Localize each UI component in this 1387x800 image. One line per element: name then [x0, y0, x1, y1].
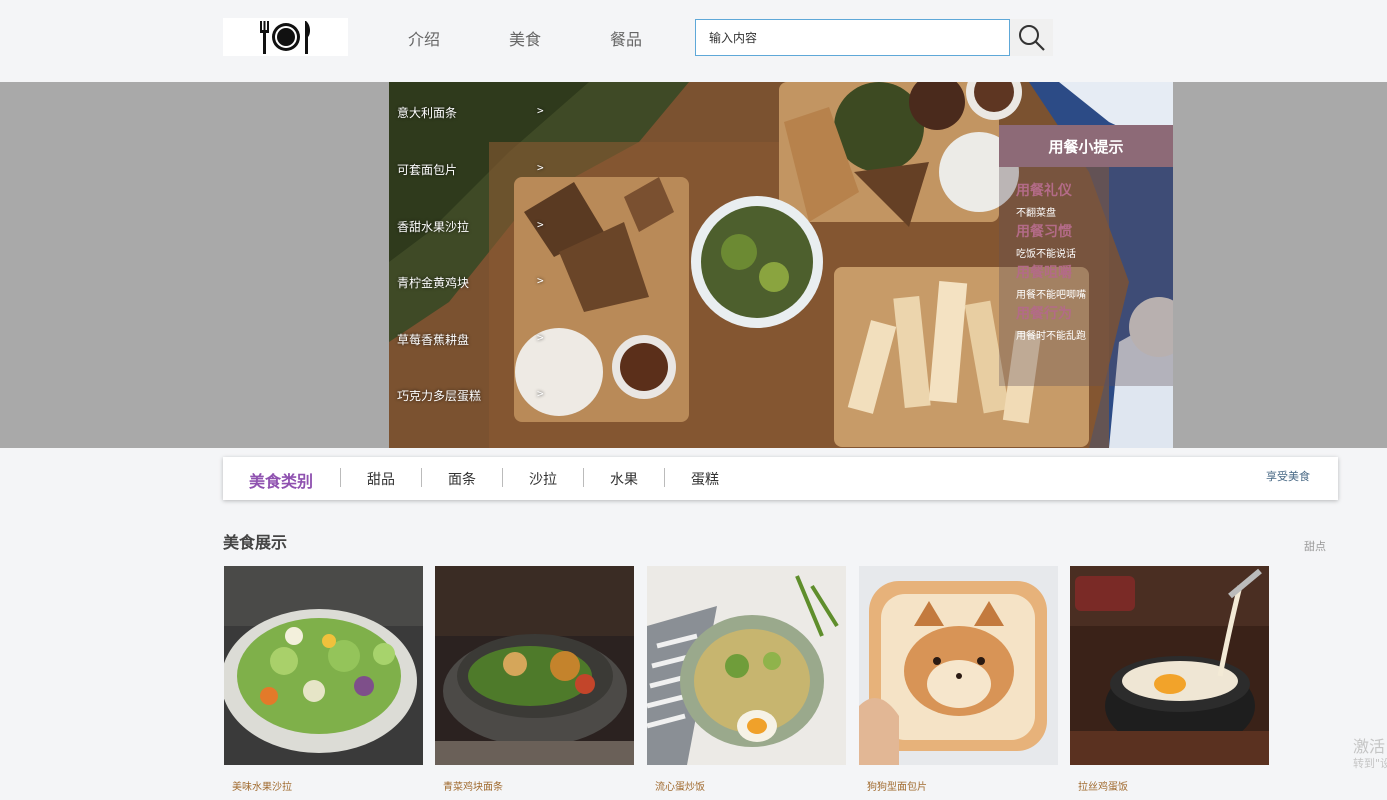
category-salad[interactable]: 沙拉: [529, 469, 557, 489]
hero-banner: 意大利面条 > 可套面包片 > 香甜水果沙拉 > 青柠金黄鸡块 > 草莓香蕉耕盘 > 巧克…: [0, 82, 1387, 448]
activation-watermark: 激活: [1353, 737, 1386, 756]
food-card[interactable]: 狗狗型面包片: [859, 566, 1058, 800]
menu-item-label: 巧克力多层蛋糕: [397, 389, 482, 403]
menu-item[interactable]: 草莓香蕉耕盘 >: [397, 331, 547, 348]
menu-item-label: 可套面包片: [397, 163, 458, 177]
tip-heading: 用餐礼仪: [1016, 183, 1072, 199]
tip-text: 用餐不能吧唧嘴: [1016, 290, 1086, 301]
enjoy-food-link[interactable]: 享受美食: [1266, 468, 1310, 484]
food-card[interactable]: 青菜鸡块面条: [435, 566, 634, 800]
chevron-right-icon: >: [537, 161, 544, 174]
tip-heading: 用餐咀嚼: [1016, 265, 1072, 281]
plate-cutlery-icon: [259, 21, 310, 54]
chevron-right-icon: >: [537, 387, 544, 400]
food-card[interactable]: 流心蛋炒饭: [647, 566, 846, 800]
menu-item[interactable]: 可套面包片 >: [397, 161, 547, 178]
category-cake[interactable]: 蛋糕: [691, 469, 719, 489]
menu-item-label: 意大利面条: [397, 106, 458, 120]
showcase-more-link[interactable]: 甜点: [1304, 538, 1326, 554]
nav-food[interactable]: 美食: [509, 26, 541, 50]
search-button[interactable]: [1010, 19, 1053, 56]
nav-intro[interactable]: 介绍: [408, 26, 440, 50]
food-caption: 流心蛋炒饭: [655, 782, 705, 793]
tip-text: 用餐时不能乱跑: [1016, 331, 1086, 342]
food-caption: 青菜鸡块面条: [443, 782, 503, 793]
search-input[interactable]: [695, 19, 1010, 56]
food-image: [1070, 566, 1269, 765]
menu-item-label: 草莓香蕉耕盘: [397, 333, 470, 347]
food-caption: 狗狗型面包片: [867, 782, 927, 793]
category-desserts[interactable]: 甜品: [367, 469, 395, 489]
menu-item-label: 香甜水果沙拉: [397, 220, 470, 234]
showcase-title: 美食展示: [223, 533, 288, 552]
food-card[interactable]: 拉丝鸡蛋饭: [1070, 566, 1269, 800]
divider: [421, 468, 422, 487]
food-caption: 美味水果沙拉: [232, 782, 292, 793]
menu-item[interactable]: 意大利面条 >: [397, 104, 547, 121]
nav-dishes[interactable]: 餐品: [610, 26, 642, 50]
tip-heading: 用餐习惯: [1016, 224, 1072, 240]
menu-item[interactable]: 巧克力多层蛋糕 >: [397, 387, 547, 404]
hero-image: 意大利面条 > 可套面包片 > 香甜水果沙拉 > 青柠金黄鸡块 > 草莓香蕉耕盘 > 巧克…: [389, 82, 1173, 448]
category-bar: 美食类别 甜品 面条 沙拉 水果 蛋糕 享受美食: [223, 457, 1338, 500]
category-fruit[interactable]: 水果: [610, 469, 638, 489]
food-image: [647, 566, 846, 765]
food-card[interactable]: 美味水果沙拉: [224, 566, 423, 800]
tips-title: 用餐小提示: [999, 125, 1173, 167]
food-image: [435, 566, 634, 765]
chevron-right-icon: >: [537, 274, 544, 287]
food-image: [224, 566, 423, 765]
divider: [583, 468, 584, 487]
dining-tips-panel: 用餐小提示 用餐礼仪 不翻菜盘 用餐习惯 吃饭不能说话 用餐咀嚼 用餐不能吧唧嘴…: [999, 125, 1173, 386]
divider: [664, 468, 665, 487]
category-noodles[interactable]: 面条: [448, 469, 476, 489]
category-title: 美食类别: [249, 472, 314, 491]
divider: [502, 468, 503, 487]
chevron-right-icon: >: [537, 331, 544, 344]
site-logo[interactable]: [223, 18, 348, 56]
food-image: [859, 566, 1058, 765]
divider: [340, 468, 341, 487]
top-header: 介绍 美食 餐品: [0, 0, 1387, 82]
menu-item-label: 青柠金黄鸡块: [397, 276, 470, 290]
tip-heading: 用餐行为: [1016, 306, 1072, 322]
tip-text: 吃饭不能说话: [1016, 249, 1076, 260]
chevron-right-icon: >: [537, 104, 544, 117]
chevron-right-icon: >: [537, 218, 544, 231]
search-icon: [1018, 24, 1045, 51]
menu-item[interactable]: 青柠金黄鸡块 >: [397, 274, 547, 291]
menu-item[interactable]: 香甜水果沙拉 >: [397, 218, 547, 235]
tip-text: 不翻菜盘: [1016, 208, 1056, 219]
food-caption: 拉丝鸡蛋饭: [1078, 782, 1128, 793]
activation-watermark-sub: 转到"设: [1353, 757, 1387, 770]
